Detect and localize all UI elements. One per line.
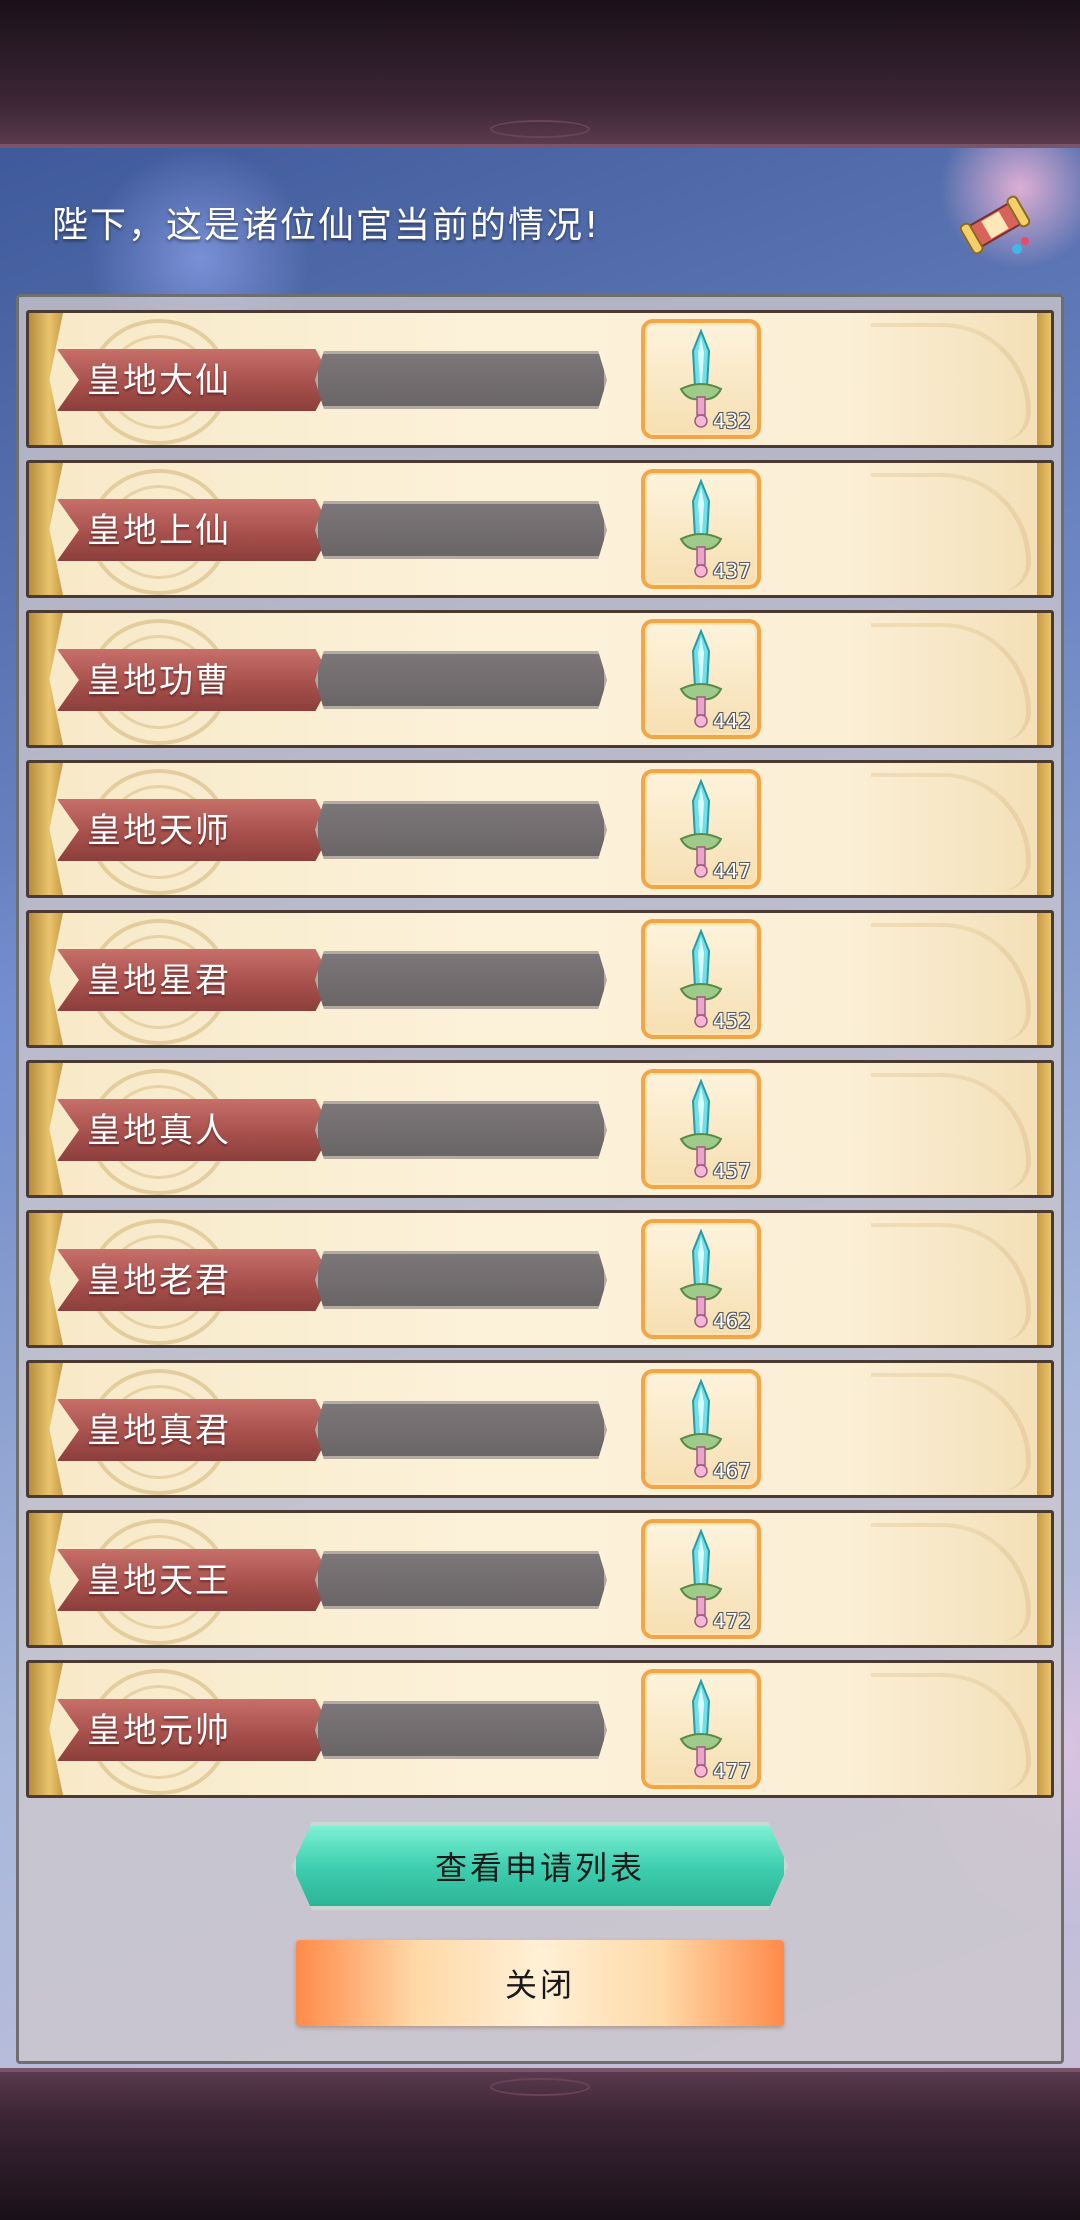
official-row: 皇地上仙 437 [26, 460, 1054, 598]
bottom-frame-band [0, 2068, 1080, 2220]
official-name-slot[interactable] [315, 1101, 607, 1159]
reward-item-slot[interactable]: 462 [641, 1219, 761, 1339]
item-count: 437 [712, 559, 751, 583]
reward-item-slot[interactable]: 432 [641, 319, 761, 439]
row-gold-trim-left [29, 913, 63, 1045]
official-name-slot[interactable] [315, 951, 607, 1009]
official-row: 皇地大仙 432 [26, 310, 1054, 448]
row-flourish [871, 923, 1031, 1041]
item-count: 432 [712, 409, 751, 433]
reward-item-slot[interactable]: 437 [641, 469, 761, 589]
official-title: 皇地元帅 [87, 1711, 231, 1751]
official-row: 皇地星君 452 [26, 910, 1054, 1048]
row-gold-trim-left [29, 1663, 63, 1795]
official-title: 皇地功曹 [87, 661, 231, 701]
view-applications-button[interactable]: 查看申请列表 [292, 1822, 788, 1910]
row-gold-trim-right [1037, 1063, 1051, 1195]
official-name-slot[interactable] [315, 1551, 607, 1609]
row-gold-trim-right [1037, 1513, 1051, 1645]
row-gold-trim-left [29, 1213, 63, 1345]
row-flourish [871, 1523, 1031, 1641]
row-flourish [871, 1673, 1031, 1791]
item-count: 452 [712, 1009, 751, 1033]
reward-item-slot[interactable]: 452 [641, 919, 761, 1039]
row-gold-trim-left [29, 763, 63, 895]
row-gold-trim-right [1037, 1663, 1051, 1795]
official-row: 皇地真人 457 [26, 1060, 1054, 1198]
row-flourish [871, 323, 1031, 441]
row-gold-trim-left [29, 1063, 63, 1195]
reward-item-slot[interactable]: 447 [641, 769, 761, 889]
official-title: 皇地天王 [87, 1561, 231, 1601]
official-row: 皇地真君 467 [26, 1360, 1054, 1498]
top-ornament [490, 120, 590, 138]
official-row: 皇地元帅 477 [26, 1660, 1054, 1798]
close-button[interactable]: 关闭 [296, 1940, 784, 2026]
official-title: 皇地真人 [87, 1111, 231, 1151]
official-name-slot[interactable] [315, 651, 607, 709]
row-gold-trim-right [1037, 313, 1051, 445]
row-gold-trim-left [29, 463, 63, 595]
official-title: 皇地天师 [87, 811, 231, 851]
row-gold-trim-right [1037, 1213, 1051, 1345]
official-title: 皇地上仙 [87, 511, 231, 551]
official-row: 皇地功曹 442 [26, 610, 1054, 748]
official-name-slot[interactable] [315, 1701, 607, 1759]
item-count: 477 [712, 1759, 751, 1783]
row-gold-trim-right [1037, 763, 1051, 895]
row-gold-trim-left [29, 613, 63, 745]
official-title: 皇地大仙 [87, 361, 231, 401]
official-row: 皇地老君 462 [26, 1210, 1054, 1348]
row-gold-trim-left [29, 1363, 63, 1495]
item-count: 472 [712, 1609, 751, 1633]
reward-item-slot[interactable]: 477 [641, 1669, 761, 1789]
official-name-slot[interactable] [315, 351, 607, 409]
row-gold-trim-left [29, 1513, 63, 1645]
official-name-slot[interactable] [315, 801, 607, 859]
row-flourish [871, 473, 1031, 591]
official-name-slot[interactable] [315, 1401, 607, 1459]
reward-item-slot[interactable]: 457 [641, 1069, 761, 1189]
row-gold-trim-right [1037, 463, 1051, 595]
official-row: 皇地天王 472 [26, 1510, 1054, 1648]
official-title: 皇地星君 [87, 961, 231, 1001]
item-count: 457 [712, 1159, 751, 1183]
row-gold-trim-right [1037, 913, 1051, 1045]
row-gold-trim-right [1037, 613, 1051, 745]
official-row: 皇地天师 447 [26, 760, 1054, 898]
row-flourish [871, 773, 1031, 891]
reward-item-slot[interactable]: 467 [641, 1369, 761, 1489]
item-count: 447 [712, 859, 751, 883]
header-message: 陛下，这是诸位仙官当前的情况! [52, 205, 601, 246]
row-flourish [871, 1373, 1031, 1491]
official-name-slot[interactable] [315, 1251, 607, 1309]
row-flourish [871, 623, 1031, 741]
top-frame-band [0, 0, 1080, 148]
item-count: 467 [712, 1459, 751, 1483]
item-count: 462 [712, 1309, 751, 1333]
row-gold-trim-right [1037, 1363, 1051, 1495]
row-flourish [871, 1073, 1031, 1191]
official-title: 皇地真君 [87, 1411, 231, 1451]
official-title: 皇地老君 [87, 1261, 231, 1301]
item-count: 442 [712, 709, 751, 733]
scroll-icon[interactable] [955, 185, 1035, 265]
reward-item-slot[interactable]: 442 [641, 619, 761, 739]
official-name-slot[interactable] [315, 501, 607, 559]
row-flourish [871, 1223, 1031, 1341]
bottom-ornament [490, 2078, 590, 2096]
row-gold-trim-left [29, 313, 63, 445]
reward-item-slot[interactable]: 472 [641, 1519, 761, 1639]
